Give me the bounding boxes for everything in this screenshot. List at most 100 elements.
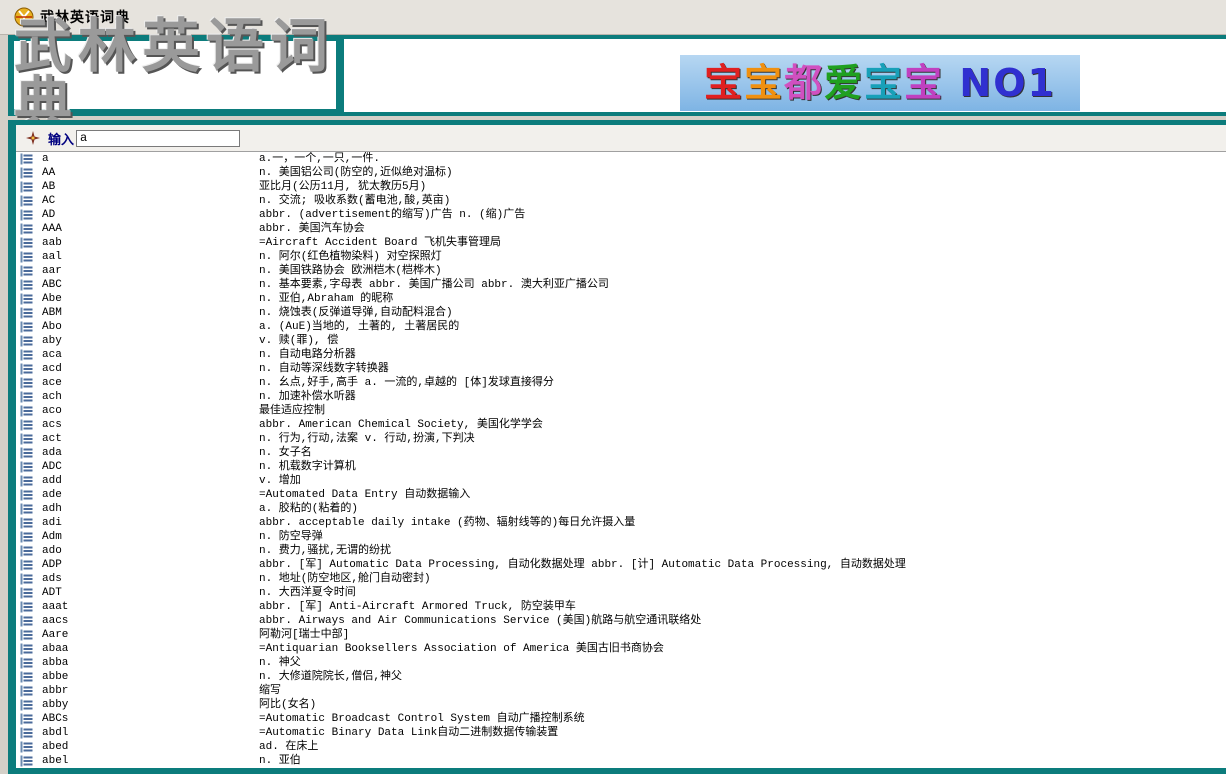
list-item[interactable]: ado n. 费力,骚扰,无谓的纷扰 xyxy=(16,544,1226,558)
list-item[interactable]: abbe n. 大修道院院长,僧侣,神父 xyxy=(16,670,1226,684)
main-frame: 输入 aa.一，一个,一只,一件.AAn. 美国铝公司(防空的,近似绝对温标)A… xyxy=(8,120,1226,774)
entry-word: ada xyxy=(42,447,62,459)
list-item[interactable]: ach n. 加速补偿水听器 xyxy=(16,390,1226,404)
entry-definition: n. 亚伯,Abraham 的昵称 xyxy=(259,293,394,305)
entry-definition: n. 地址(防空地区,舱门自动密封) xyxy=(259,573,431,585)
entry-icon xyxy=(20,391,33,403)
entry-definition: abbr. acceptable daily intake (药物、辐射线等的)… xyxy=(259,517,636,529)
entry-icon xyxy=(20,629,33,641)
entry-word: Aare xyxy=(42,629,69,641)
entry-definition: ad. 在床上 xyxy=(259,741,319,753)
entry-icon xyxy=(20,545,33,557)
list-item[interactable]: acs abbr. American Chemical Society, 美国化学… xyxy=(16,418,1226,432)
ad-banner[interactable]: 宝宝都爱宝宝 NO1 xyxy=(680,55,1080,111)
entry-definition: n. 行为,行动,法案 v. 行动,扮演,下判决 xyxy=(259,433,475,445)
entry-definition: a. (AuE)当地的, 土著的, 土著居民的 xyxy=(259,321,460,333)
entry-word: aby xyxy=(42,335,62,347)
list-item[interactable]: a a.一，一个,一只,一件. xyxy=(16,152,1226,166)
list-item[interactable]: ads n. 地址(防空地区,舱门自动密封) xyxy=(16,572,1226,586)
entry-definition: n. 加速补偿水听器 xyxy=(259,391,356,403)
list-item[interactable]: aacs abbr. Airways and Air Communications… xyxy=(16,614,1226,628)
entry-definition: n. 大西洋夏令时间 xyxy=(259,587,356,599)
entry-definition: 缩写 xyxy=(259,685,281,697)
list-item[interactable]: ADT n. 大西洋夏令时间 xyxy=(16,586,1226,600)
list-item[interactable]: adh a. 胶粘的(粘着的) xyxy=(16,502,1226,516)
list-item[interactable]: ABC n. 基本要素,字母表 abbr. 美国广播公司 abbr. 澳大利亚广播… xyxy=(16,278,1226,292)
list-item[interactable]: adi abbr. acceptable daily intake (药物、辐射线… xyxy=(16,516,1226,530)
list-item[interactable]: AC n. 交流; 吸收系数(蓄电池,酸,英亩) xyxy=(16,194,1226,208)
entry-icon xyxy=(20,405,33,417)
list-item[interactable]: ace n. 幺点,好手,高手 a. 一流的,卓越的 [体]发球直接得分 xyxy=(16,376,1226,390)
entry-word: acd xyxy=(42,363,62,375)
list-item[interactable]: act n. 行为,行动,法案 v. 行动,扮演,下判决 xyxy=(16,432,1226,446)
entry-word: ADT xyxy=(42,587,62,599)
list-item[interactable]: acd n. 自动等深线数字转换器 xyxy=(16,362,1226,376)
entry-icon xyxy=(20,489,33,501)
entry-icon xyxy=(20,181,33,193)
entry-icon xyxy=(20,531,33,543)
ad-area: 宝宝都爱宝宝 NO1 xyxy=(344,39,1226,112)
entry-icon xyxy=(20,643,33,655)
entry-icon xyxy=(20,657,33,669)
list-item[interactable]: Abo a. (AuE)当地的, 土著的, 土著居民的 xyxy=(16,320,1226,334)
entry-icon xyxy=(20,335,33,347)
entry-definition: a. 胶粘的(粘着的) xyxy=(259,503,359,515)
list-item[interactable]: ABM n. 烧蚀表(反弹道导弹,自动配料混合) xyxy=(16,306,1226,320)
entry-definition: abbr. (advertisement的缩写)广告 n. (缩)广告 xyxy=(259,209,526,221)
list-item[interactable]: ada n. 女子名 xyxy=(16,446,1226,460)
entry-word: Abe xyxy=(42,293,62,305)
entry-word: aab xyxy=(42,237,62,249)
entry-definition: n. 交流; 吸收系数(蓄电池,酸,英亩) xyxy=(259,195,451,207)
list-item[interactable]: aca n. 自动电路分析器 xyxy=(16,348,1226,362)
list-item[interactable]: AD abbr. (advertisement的缩写)广告 n. (缩)广告 xyxy=(16,208,1226,222)
entry-list[interactable]: a a.一，一个,一只,一件. AA n. 美国铝公司(防空的,近似绝对温标) AB 亚比… xyxy=(16,152,1226,768)
entry-word: adh xyxy=(42,503,62,515)
entry-definition: v. 增加 xyxy=(259,475,301,487)
list-item[interactable]: aar n. 美国铁路协会 欧洲桤木(桤桦木) xyxy=(16,264,1226,278)
list-item[interactable]: abaa =Antiquarian Booksellers Association… xyxy=(16,642,1226,656)
list-item[interactable]: AAA abbr. 美国汽车协会 xyxy=(16,222,1226,236)
entry-icon xyxy=(20,461,33,473)
entry-definition: abbr. American Chemical Society, 美国化学学会 xyxy=(259,419,543,431)
entry-definition: n. 神父 xyxy=(259,657,301,669)
entry-definition: v. 赎(罪), 偿 xyxy=(259,335,339,347)
entry-word: ABC xyxy=(42,279,62,291)
entry-definition: n. 大修道院院长,僧侣,神父 xyxy=(259,671,403,683)
list-item[interactable]: ADC n. 机载数字计算机 xyxy=(16,460,1226,474)
list-item[interactable]: abdl =Automatic Binary Data Link自动二进制数据传输… xyxy=(16,726,1226,740)
list-item[interactable]: abed ad. 在床上 xyxy=(16,740,1226,754)
entry-word: aca xyxy=(42,349,62,361)
list-item[interactable]: AA n. 美国铝公司(防空的,近似绝对温标) xyxy=(16,166,1226,180)
entry-definition: n. 烧蚀表(反弹道导弹,自动配料混合) xyxy=(259,307,453,319)
entry-word: abed xyxy=(42,741,69,753)
list-item[interactable]: ABCs =Automatic Broadcast Control System … xyxy=(16,712,1226,726)
entry-definition: =Aircraft Accident Board 飞机失事管理局 xyxy=(259,237,502,249)
list-item[interactable]: abby 阿比(女名) xyxy=(16,698,1226,712)
list-item[interactable]: Adm n. 防空导弹 xyxy=(16,530,1226,544)
entry-word: add xyxy=(42,475,62,487)
entry-icon xyxy=(20,671,33,683)
list-item[interactable]: ade =Automated Data Entry 自动数据输入 xyxy=(16,488,1226,502)
list-item[interactable]: AB 亚比月(公历11月, 犹太教历5月) xyxy=(16,180,1226,194)
entry-icon xyxy=(20,517,33,529)
list-item[interactable]: abbr 缩写 xyxy=(16,684,1226,698)
entry-icon xyxy=(20,349,33,361)
input-label: 输入 xyxy=(48,132,75,148)
list-item[interactable]: aco 最佳适应控制 xyxy=(16,404,1226,418)
entry-icon xyxy=(20,559,33,571)
entry-word: Adm xyxy=(42,531,62,543)
entry-icon xyxy=(20,475,33,487)
list-item[interactable]: Aare 阿勒河[瑞士中部] xyxy=(16,628,1226,642)
list-item[interactable]: aab =Aircraft Accident Board 飞机失事管理局 xyxy=(16,236,1226,250)
list-item[interactable]: aby v. 赎(罪), 偿 xyxy=(16,334,1226,348)
list-item[interactable]: abba n. 神父 xyxy=(16,656,1226,670)
search-input[interactable] xyxy=(76,129,241,147)
list-item[interactable]: Abe n. 亚伯,Abraham 的昵称 xyxy=(16,292,1226,306)
entry-word: ABM xyxy=(42,307,62,319)
list-item[interactable]: aaat abbr. [军] Anti-Aircraft Armored Truc… xyxy=(16,600,1226,614)
list-item[interactable]: ADP abbr. [军] Automatic Data Processing, … xyxy=(16,558,1226,572)
entry-word: aal xyxy=(42,251,62,263)
list-item[interactable]: add v. 增加 xyxy=(16,474,1226,488)
list-item[interactable]: aal n. 阿尔(红色植物染料) 对空探照灯 xyxy=(16,250,1226,264)
list-item[interactable]: abel n. 亚伯 xyxy=(16,754,1226,768)
